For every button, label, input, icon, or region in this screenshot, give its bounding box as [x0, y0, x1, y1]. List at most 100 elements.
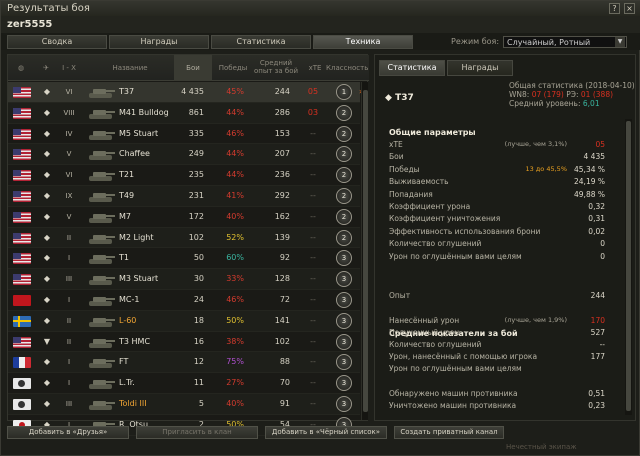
table-row[interactable]: ◆ II M2 Light 102 52% 139 -- 2 — [8, 227, 360, 249]
avg-label: Количество оглушений — [389, 340, 482, 349]
nation-column-icon[interactable]: ◍ — [14, 64, 28, 72]
scrollbar-thumb[interactable] — [626, 121, 631, 411]
table-row[interactable]: ◆ V Chaffee 249 44% 207 -- 2 — [8, 144, 360, 166]
table-row[interactable]: ◆ I T1 50 60% 92 -- 3 — [8, 248, 360, 270]
avg-xp-cell: 91 — [279, 398, 290, 408]
mastery-column-header[interactable]: Классность — [326, 64, 368, 72]
battles-cell: 102 — [188, 232, 204, 242]
footer-text: Нечестный экипаж — [506, 443, 577, 451]
tab-vehicle-statistics[interactable]: Статистика — [379, 60, 445, 76]
table-row[interactable]: ◆ III M3 Stuart 30 33% 128 -- 3 — [8, 269, 360, 290]
avg-label: Обнаружено машин противника — [389, 389, 518, 398]
param-value: 49,88 % — [574, 189, 605, 199]
tank-icon — [86, 272, 116, 286]
battles-cell: 172 — [188, 211, 204, 221]
general-stats-date: Общая статистика (2018-04-10) — [509, 81, 635, 90]
vehicle-type-icon: ◆ — [43, 211, 51, 221]
nation-flag-icon — [13, 294, 31, 306]
param-label: Коэффициент урона — [389, 202, 471, 211]
vehicle-type-icon: ◆ — [43, 315, 51, 325]
battles-column-header[interactable]: Бои — [174, 55, 212, 81]
table-row[interactable]: ◆ I L.Tr. 11 27% 70 -- 3 — [8, 373, 360, 394]
table-row[interactable]: ◆VIT374 43545%244051› — [8, 82, 362, 103]
vehicle-type-icon: ◆ — [43, 87, 51, 96]
scrollbar-thumb[interactable] — [363, 90, 368, 412]
tab-vehicle-awards[interactable]: Награды — [447, 60, 513, 76]
tab-awards[interactable]: Награды — [109, 35, 209, 49]
mastery-badge-icon: 2 — [336, 167, 352, 184]
avg-value: 177 — [590, 352, 605, 361]
battle-mode-select[interactable]: Случайный, Ротный ▼ — [503, 36, 627, 48]
tab-vehicles[interactable]: Техника — [313, 35, 413, 49]
mastery-badge-icon: 2 — [336, 104, 352, 121]
avg-value: 170 — [590, 316, 605, 325]
table-row[interactable]: ◆ II L-60 18 50% 141 -- 3 — [8, 310, 360, 332]
table-row[interactable]: ◆ VI T21 235 44% 236 -- 2 — [8, 165, 360, 186]
xte-cell: -- — [310, 170, 316, 180]
vehicle-type-icon: ◆ — [43, 294, 51, 304]
mastery-badge-icon: 3 — [336, 395, 352, 412]
table-scrollbar[interactable] — [361, 82, 368, 420]
battles-cell: 30 — [193, 274, 204, 284]
nation-flag-icon — [13, 170, 31, 182]
battles-cell: 249 — [188, 149, 204, 159]
table-row[interactable]: ◆ V M7 172 40% 162 -- 2 — [8, 207, 360, 228]
avg-value: 0,51 — [588, 389, 605, 398]
vehicle-name: MC-1 — [119, 294, 140, 304]
param-label: xTE — [389, 140, 403, 149]
wins-cell: 44% — [226, 170, 244, 180]
xte-cell: -- — [310, 253, 316, 263]
table-row[interactable]: ◆ I FT 12 75% 88 -- 3 — [8, 352, 360, 374]
private-channel-button[interactable]: Создать приватный канал — [394, 426, 504, 439]
vehicle-rows: ◆VIT374 43545%244051›◆VIIIM41 Bulldog861… — [8, 82, 362, 436]
close-button[interactable]: × — [624, 3, 635, 14]
vehicle-name: M3 Stuart — [119, 274, 159, 284]
type-column-icon[interactable]: ✈ — [38, 64, 54, 72]
wn8-base: (179) — [543, 90, 564, 99]
vehicle-name: Chaffee — [119, 149, 150, 159]
param-label: Урон по оглушённым вами целям — [389, 251, 522, 261]
details-scrollbar[interactable] — [625, 119, 632, 415]
param-value: 0,32 — [588, 202, 605, 211]
param-label: Эффективность использования брони — [389, 226, 541, 236]
avg-xp-cell: 207 — [274, 149, 290, 159]
avg-xp-cell: 153 — [274, 128, 290, 138]
xte-column-header[interactable]: xTE — [304, 64, 326, 72]
invite-clan-button[interactable]: Пригласить в клан — [136, 426, 258, 439]
add-friend-button[interactable]: Добавить в «Друзья» — [7, 426, 129, 439]
param-label: Коэффициент уничтожения — [389, 214, 501, 224]
avg-label: Уничтожено машин противника — [389, 401, 517, 410]
vehicle-type-icon: ◆ — [43, 149, 51, 159]
tier-column-header[interactable]: I - X — [58, 64, 80, 72]
tank-icon — [86, 168, 116, 182]
xte-cell: -- — [310, 128, 316, 138]
param-value: 0 — [600, 251, 605, 261]
mastery-badge-icon: 2 — [336, 125, 352, 142]
avg-xp-column-header[interactable]: Средний опыт за бой — [253, 59, 299, 75]
help-button[interactable]: ? — [609, 3, 620, 14]
vehicle-details-panel: Статистика Награды ◆ T37 Общая статистик… — [374, 54, 636, 421]
table-row[interactable]: ◆ IV M5 Stuart 335 46% 153 -- 2 — [8, 124, 360, 145]
nation-flag-icon — [13, 149, 31, 161]
diamond-icon: ◆ — [385, 93, 396, 103]
avg-label: Нанесённый урон — [389, 316, 460, 325]
name-column-header[interactable]: Название — [100, 64, 160, 72]
wins-column-header[interactable]: Победы — [215, 64, 251, 72]
table-row[interactable]: ▼ II T3 HMC 16 38% 102 -- 3 — [8, 332, 360, 353]
add-blacklist-button[interactable]: Добавить в «Чёрный список» — [265, 426, 387, 439]
table-row[interactable]: ◆ VIII M41 Bulldog 861 44% 286 03 2 — [8, 102, 360, 124]
wins-cell: 52% — [226, 232, 244, 242]
table-row[interactable]: ◆ III Toldi III 5 40% 91 -- 3 — [8, 393, 360, 415]
table-row[interactable]: ◆ IX T49 231 41% 292 -- 2 — [8, 185, 360, 207]
vehicle-meta: Общая статистика (2018-04-10) WN8: 07 (1… — [509, 81, 635, 108]
mastery-badge-icon: 3 — [336, 354, 352, 371]
avg-xp-cell: 102 — [274, 336, 290, 346]
tier-cell: I — [67, 254, 71, 263]
tab-summary[interactable]: Сводка — [7, 35, 107, 49]
xte-cell: -- — [310, 232, 316, 242]
vehicle-name: FT — [119, 357, 129, 367]
nation-flag-icon — [13, 107, 31, 119]
table-row[interactable]: ◆ I MC-1 24 46% 72 -- 3 — [8, 290, 360, 311]
tier-cell: VI — [65, 88, 73, 96]
tab-statistics[interactable]: Статистика — [211, 35, 311, 49]
